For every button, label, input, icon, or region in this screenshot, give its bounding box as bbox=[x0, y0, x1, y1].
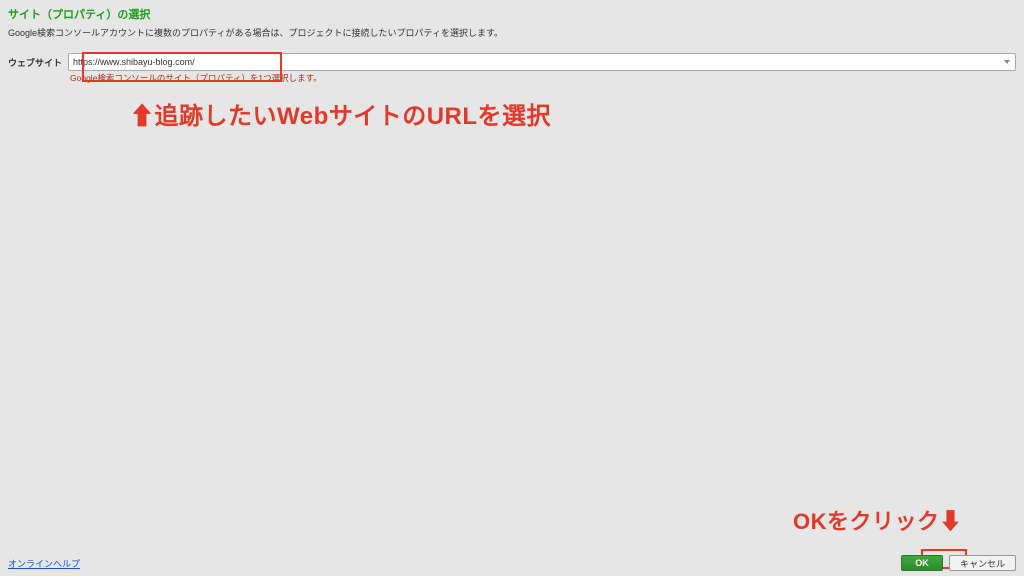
website-helper-text: Google検索コンソールのサイト（プロパティ）を1つ選択します。 bbox=[68, 71, 1016, 84]
ok-button[interactable]: OK bbox=[901, 555, 943, 571]
annotation-text-top: ⬆追跡したいWebサイトのURLを選択 bbox=[130, 96, 551, 131]
chevron-down-icon bbox=[1004, 60, 1010, 64]
online-help-link[interactable]: オンラインヘルプ bbox=[8, 557, 80, 570]
website-dropdown[interactable]: https://www.shibayu-blog.com/ bbox=[68, 53, 1016, 71]
website-field-label: ウェブサイト bbox=[8, 53, 62, 69]
website-field-row: ウェブサイト https://www.shibayu-blog.com/ Goo… bbox=[0, 53, 1024, 84]
page-title: サイト（プロパティ）の選択 bbox=[8, 6, 1016, 22]
cancel-button[interactable]: キャンセル bbox=[949, 555, 1016, 571]
page-subtitle: Google検索コンソールアカウントに複数のプロパティがある場合は、プロジェクト… bbox=[8, 26, 1016, 39]
website-dropdown-value: https://www.shibayu-blog.com/ bbox=[73, 57, 195, 67]
annotation-text-bottom: OKをクリック⬇ bbox=[793, 504, 962, 536]
footer-bar: オンラインヘルプ OK キャンセル bbox=[0, 550, 1024, 576]
